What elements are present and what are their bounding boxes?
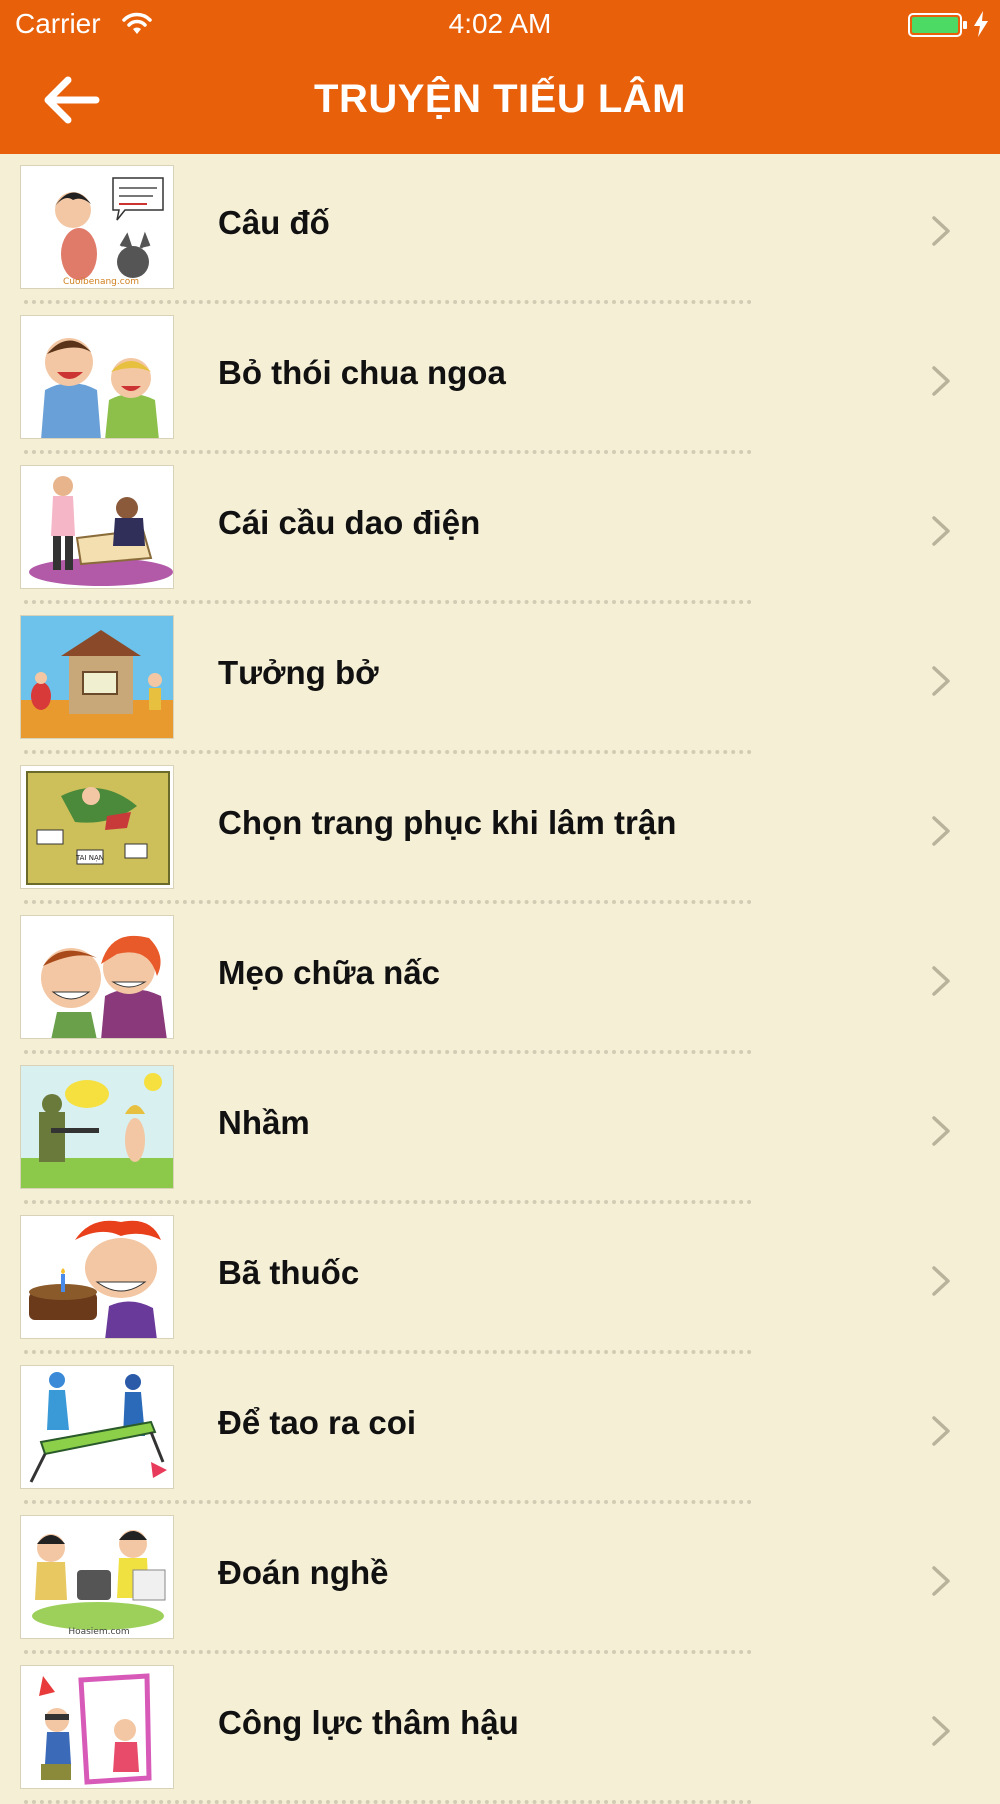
charging-bolt-icon — [974, 11, 988, 37]
story-title: Câu đố — [218, 204, 330, 241]
story-thumbnail — [20, 315, 174, 439]
story-thumbnail — [20, 615, 174, 739]
story-thumbnail: Cuoibenang.com — [20, 165, 174, 289]
chevron-right-icon — [932, 1116, 950, 1146]
thumb-watermark: Cuoibenang.com — [63, 277, 139, 287]
story-list: Cuoibenang.com Câu đố Bỏ thói chua ngoa — [0, 154, 1000, 1804]
chevron-right-icon — [932, 666, 950, 696]
list-item[interactable]: Công lực thâm hậu — [0, 1654, 1000, 1804]
story-thumbnail: TAI NẠN — [20, 765, 174, 889]
story-title: Bã thuốc — [218, 1254, 360, 1291]
chevron-right-icon — [932, 1566, 950, 1596]
clock: 4:02 AM — [448, 8, 552, 39]
list-item[interactable]: Cái cầu dao điện — [0, 454, 1000, 604]
thumb-sign-text: TAI NẠN — [75, 854, 104, 862]
list-item[interactable]: Bã thuốc — [0, 1204, 1000, 1354]
chevron-right-icon — [932, 1716, 950, 1746]
story-thumbnail — [20, 1365, 174, 1489]
row-divider — [24, 1800, 752, 1804]
story-thumbnail — [20, 915, 174, 1039]
chevron-right-icon — [932, 816, 950, 846]
story-thumbnail — [20, 1665, 174, 1789]
chevron-right-icon — [932, 516, 950, 546]
list-item[interactable]: Bỏ thói chua ngoa — [0, 304, 1000, 454]
chevron-right-icon — [932, 216, 950, 246]
list-item[interactable]: Mẹo chữa nấc — [0, 904, 1000, 1054]
story-title: Tưởng bở — [218, 654, 379, 691]
chevron-right-icon — [932, 1266, 950, 1296]
list-item[interactable]: Tưởng bở — [0, 604, 1000, 754]
chevron-right-icon — [932, 1416, 950, 1446]
story-thumbnail — [20, 1065, 174, 1189]
page-title: TRUYỆN TIẾU LÂM — [314, 77, 686, 121]
story-title: Bỏ thói chua ngoa — [218, 354, 506, 391]
story-thumbnail: Hoasiem.com — [20, 1515, 174, 1639]
story-thumbnail — [20, 465, 174, 589]
list-item[interactable]: Nhầm — [0, 1054, 1000, 1204]
story-title: Đoán nghề — [218, 1554, 389, 1591]
story-title: Mẹo chữa nấc — [218, 954, 440, 991]
story-title: Chọn trang phục khi lâm trận — [218, 804, 677, 841]
thumb-watermark: Hoasiem.com — [68, 1627, 129, 1637]
chevron-right-icon — [932, 966, 950, 996]
story-thumbnail — [20, 1215, 174, 1339]
status-bar: Carrier 4:02 AM — [0, 0, 1000, 50]
chevron-right-icon — [932, 366, 950, 396]
list-item[interactable]: Cuoibenang.com Câu đố — [0, 154, 1000, 304]
battery-icon — [908, 13, 967, 37]
story-title: Cái cầu dao điện — [218, 504, 481, 541]
nav-header: Carrier 4:02 AM TRUYỆN TIẾU LÂM — [0, 0, 1000, 154]
story-title: Công lực thâm hậu — [218, 1704, 519, 1741]
story-title: Nhầm — [218, 1104, 310, 1141]
story-title: Để tao ra coi — [218, 1404, 417, 1441]
list-item[interactable]: TAI NẠN Chọn trang phục khi lâm trận — [0, 754, 1000, 904]
list-item[interactable]: Hoasiem.com Đoán nghề — [0, 1504, 1000, 1654]
list-item[interactable]: Để tao ra coi — [0, 1354, 1000, 1504]
